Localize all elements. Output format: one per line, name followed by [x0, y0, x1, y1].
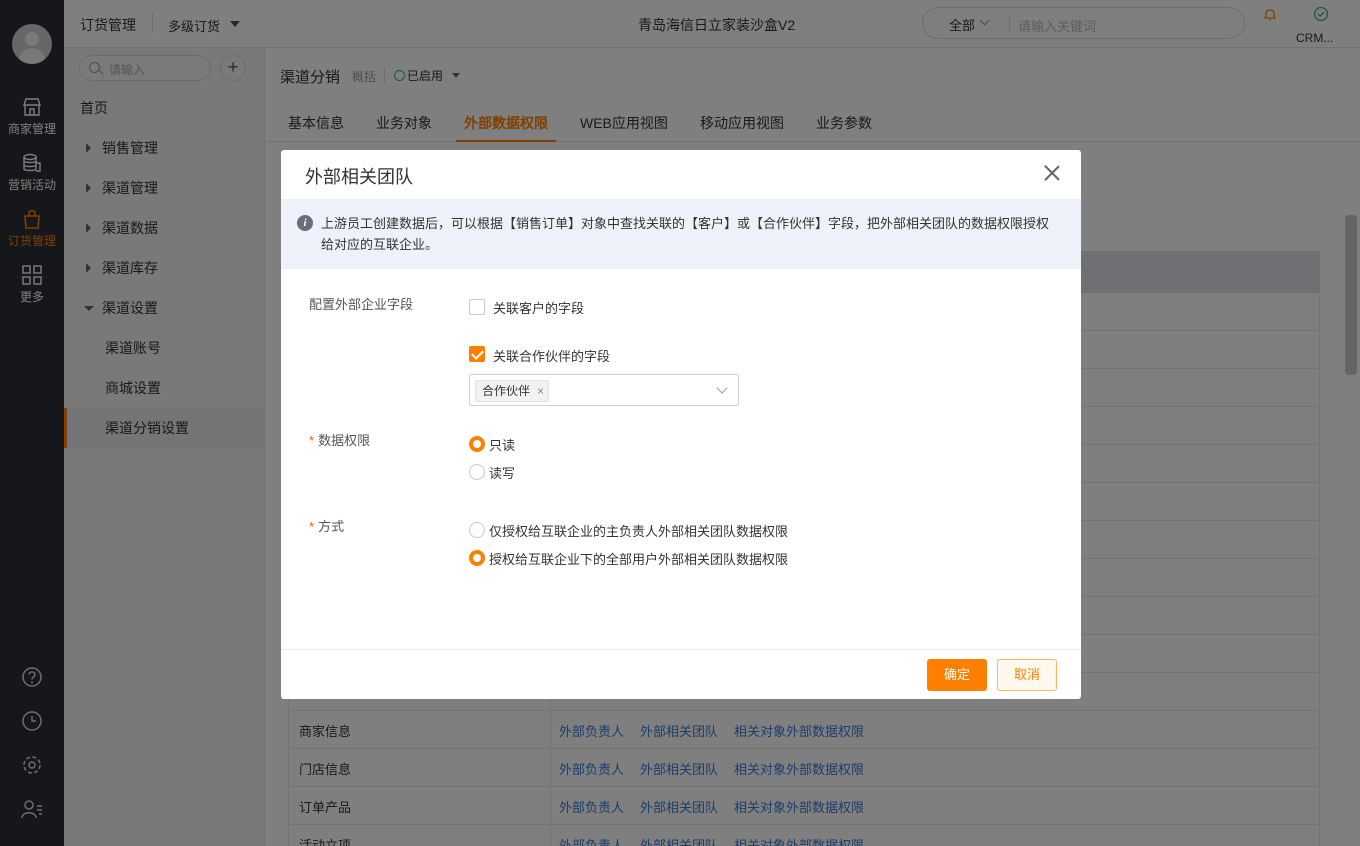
radio-all-users[interactable]	[469, 550, 485, 566]
customer-field-checkbox[interactable]	[469, 299, 485, 315]
field-label-external-field: 配置外部企业字段	[309, 297, 414, 312]
radio-read-only[interactable]	[469, 436, 485, 452]
info-icon: i	[297, 215, 313, 231]
info-banner: i 上游员工创建数据后，可以根据【销售订单】对象中查找关联的【客户】或【合作伙伴…	[281, 199, 1081, 269]
selected-tag: 合作伙伴 ×	[475, 380, 550, 402]
dialog-title: 外部相关团队	[305, 167, 413, 187]
tag-label: 合作伙伴	[482, 384, 531, 398]
partner-field-label[interactable]: 关联合作伙伴的字段	[493, 346, 610, 365]
radio-owner-only[interactable]	[469, 522, 485, 538]
partner-field-checkbox[interactable]	[469, 346, 485, 362]
info-text: 上游员工创建数据后，可以根据【销售订单】对象中查找关联的【客户】或【合作伙伴】字…	[321, 216, 1050, 252]
required-mark: *	[309, 519, 315, 534]
field-label-data-permission: * 数据权限	[309, 430, 370, 449]
chevron-down-icon[interactable]	[716, 382, 728, 394]
field-label-text: 数据权限	[318, 433, 371, 448]
required-mark: *	[309, 433, 315, 448]
external-team-dialog: 外部相关团队 i 上游员工创建数据后，可以根据【销售订单】对象中查找关联的【客户…	[281, 150, 1081, 699]
field-label-text: 方式	[318, 519, 345, 534]
radio-read-only-label[interactable]: 只读	[489, 435, 515, 454]
radio-read-write[interactable]	[469, 464, 485, 480]
cancel-button[interactable]: 取消	[997, 659, 1057, 691]
radio-owner-only-label[interactable]: 仅授权给互联企业的主负责人外部相关团队数据权限	[489, 521, 788, 540]
dialog-footer-divider	[281, 649, 1081, 650]
confirm-button[interactable]: 确定	[927, 659, 987, 691]
radio-read-write-label[interactable]: 读写	[489, 463, 515, 482]
partner-field-select[interactable]: 合作伙伴 ×	[469, 374, 739, 406]
customer-field-label[interactable]: 关联客户的字段	[493, 298, 584, 317]
radio-all-users-label[interactable]: 授权给互联企业下的全部用户外部相关团队数据权限	[489, 549, 788, 568]
close-icon[interactable]	[1041, 162, 1063, 184]
field-label-mode: * 方式	[309, 516, 344, 535]
tag-remove-icon[interactable]: ×	[537, 381, 544, 401]
